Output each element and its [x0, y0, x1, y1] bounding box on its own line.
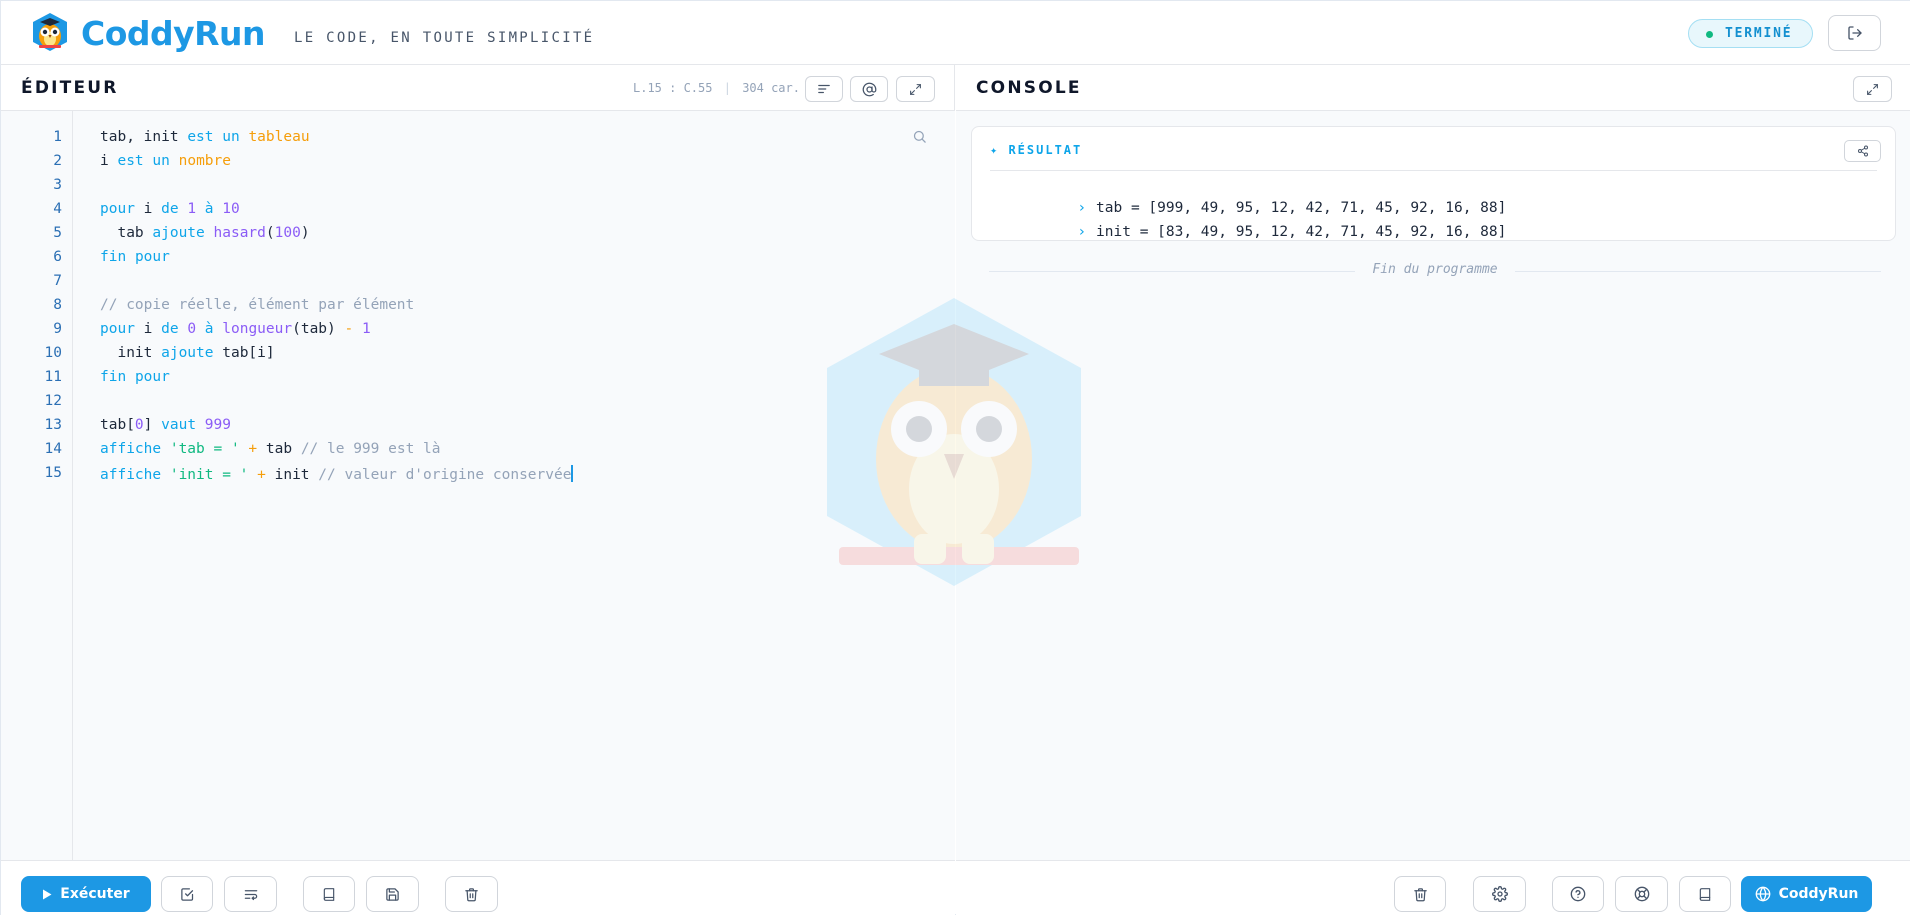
share-icon [1857, 145, 1868, 157]
code-line: affiche 'init = ' + init // valeur d'ori… [100, 465, 573, 483]
line-number: 14 [44, 441, 62, 457]
char-count: 304 car. [742, 81, 800, 95]
expand-console-button[interactable] [1853, 76, 1892, 102]
search-icon[interactable] [912, 129, 927, 148]
check-square-icon [180, 887, 193, 901]
text-caret [571, 465, 573, 482]
result-title: ✦ RÉSULTAT [990, 143, 1083, 157]
line-gutter: 1 2 3 4 5 6 7 8 9 10 11 12 13 14 15 [1, 111, 73, 860]
code-line: // copie réelle, élément par élément [100, 297, 415, 313]
editor-panel: ÉDITEUR L.15 : C.55 | 304 car. 1 2 3 4 5… [1, 65, 955, 915]
header: CoddyRun LE CODE, EN TOUTE SIMPLICITÉ TE… [1, 1, 1910, 65]
line-number: 13 [44, 417, 62, 433]
line-number: 6 [53, 249, 62, 265]
console-title: CONSOLE [976, 78, 1082, 98]
settings-button[interactable] [1473, 876, 1526, 912]
line-number: 4 [53, 201, 62, 217]
output-line: › init = [83, 49, 95, 12, 42, 71, 45, 92,… [990, 208, 1506, 256]
editor-title: ÉDITEUR [21, 78, 119, 98]
run-button[interactable]: Exécuter [21, 876, 151, 912]
result-divider [990, 170, 1877, 171]
wrap-text-icon [244, 889, 257, 900]
coddyrun-site-button[interactable]: CoddyRun [1741, 876, 1872, 912]
save-button[interactable] [366, 876, 419, 912]
gear-icon [1491, 886, 1508, 902]
info-separator: | [723, 81, 731, 95]
result-header: ✦ RÉSULTAT [972, 127, 1895, 170]
book-icon [1699, 887, 1711, 901]
result-card: ✦ RÉSULTAT › tab = [999, 49, 95, 12, 42, … [971, 126, 1896, 241]
line-number: 5 [53, 225, 62, 241]
symbols-button[interactable] [850, 76, 888, 102]
status-dot-icon [1706, 31, 1713, 38]
book-icon [323, 887, 335, 901]
code-line: tab ajoute hasard(100) [100, 225, 310, 241]
output-text: init = [83, 49, 95, 12, 42, 71, 45, 92, … [1096, 224, 1507, 240]
globe-icon [1755, 886, 1770, 902]
program-end-marker: Fin du programme [989, 261, 1881, 281]
editor-header: ÉDITEUR L.15 : C.55 | 304 car. [1, 65, 954, 111]
code-line: fin pour [100, 369, 170, 385]
docs-button[interactable] [303, 876, 355, 912]
support-button[interactable] [1615, 876, 1668, 912]
trash-icon [465, 887, 478, 901]
code-line: pour i de 0 à longueur(tab) - 1 [100, 321, 371, 337]
brand-name: CoddyRun [81, 14, 266, 53]
code-line: fin pour [100, 249, 170, 265]
clear-code-button[interactable] [445, 876, 498, 912]
run-label: Exécuter [60, 886, 130, 902]
line-number: 12 [44, 393, 62, 409]
line-number: 1 [53, 129, 62, 145]
owl-logo-icon [31, 12, 69, 52]
line-number: 2 [53, 153, 62, 169]
code-line: init ajoute tab[i] [100, 345, 275, 361]
line-number: 10 [44, 345, 62, 361]
cursor-info: L.15 : C.55 | 304 car. [633, 81, 800, 95]
code-line: i est un nombre [100, 153, 231, 169]
end-text: Fin du programme [1372, 262, 1498, 277]
line-number: 3 [53, 177, 62, 193]
tagline: LE CODE, EN TOUTE SIMPLICITÉ [294, 30, 595, 46]
console-toolbar: CoddyRun [956, 860, 1910, 915]
format-button[interactable] [805, 76, 843, 102]
console-header: CONSOLE [956, 65, 1910, 111]
console-output: ✦ RÉSULTAT › tab = [999, 49, 95, 12, 42, … [956, 111, 1910, 860]
code-line: affiche 'tab = ' + tab // le 999 est là [100, 441, 441, 457]
save-icon [386, 887, 399, 901]
expand-icon [1867, 83, 1878, 95]
code-line: pour i de 1 à 10 [100, 201, 240, 217]
at-sign-icon [862, 82, 876, 96]
status-label: TERMINÉ [1725, 26, 1793, 41]
help-button[interactable] [1552, 876, 1604, 912]
expand-icon [910, 83, 921, 95]
console-panel: CONSOLE ✦ RÉSULTAT › tab = [999, 49, 95,… [956, 65, 1910, 915]
clear-console-button[interactable] [1394, 876, 1446, 912]
life-buoy-icon [1634, 886, 1649, 902]
line-number: 9 [53, 321, 62, 337]
docs-console-button[interactable] [1679, 876, 1731, 912]
site-label: CoddyRun [1778, 886, 1859, 902]
editor-toolbar: Exécuter [1, 860, 955, 915]
trash-icon [1413, 887, 1427, 901]
expand-editor-button[interactable] [896, 76, 935, 102]
align-left-icon [818, 84, 830, 94]
code-editor[interactable]: 1 2 3 4 5 6 7 8 9 10 11 12 13 14 15 tab,… [1, 111, 955, 860]
check-button[interactable] [161, 876, 213, 912]
line-number: 7 [53, 273, 62, 289]
wrap-button[interactable] [224, 876, 277, 912]
status-badge: TERMINÉ [1688, 19, 1813, 48]
play-icon [43, 889, 52, 899]
logout-button[interactable] [1828, 15, 1881, 51]
code-line: tab[0] vaut 999 [100, 417, 231, 433]
line-number: 15 [44, 465, 62, 481]
line-number: 8 [53, 297, 62, 313]
app-window: CoddyRun LE CODE, EN TOUTE SIMPLICITÉ TE… [0, 0, 1910, 915]
help-circle-icon [1570, 886, 1586, 902]
logout-icon [1847, 26, 1862, 40]
line-number: 11 [44, 369, 62, 385]
code-line: tab, init est un tableau [100, 129, 310, 145]
share-button[interactable] [1844, 140, 1881, 162]
cursor-position: L.15 : C.55 [633, 81, 713, 95]
chevron-right-icon: › [1077, 224, 1087, 240]
